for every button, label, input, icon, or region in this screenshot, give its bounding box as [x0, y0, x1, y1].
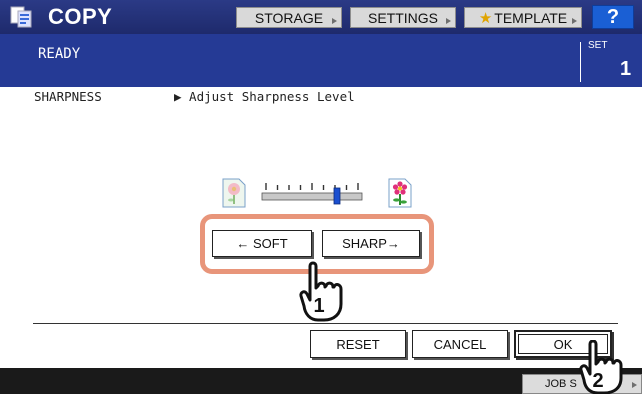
set-divider [580, 42, 581, 82]
slider-level-marker [333, 187, 341, 205]
reset-button[interactable]: RESET [310, 330, 406, 358]
sharp-button[interactable]: SHARP→ [322, 230, 420, 257]
callout-step-1: 1 [313, 295, 324, 317]
slider-tick [311, 183, 313, 190]
job-status-label: JOB S [545, 378, 577, 390]
status-message: READY [38, 46, 81, 62]
cancel-button[interactable]: CANCEL [412, 330, 508, 358]
arrow-right-icon [632, 382, 637, 388]
template-button[interactable]: ★ TEMPLATE [464, 7, 582, 28]
function-name: SHARPNESS [34, 89, 102, 104]
slider-tick [345, 185, 348, 190]
star-icon: ★ [478, 9, 493, 27]
storage-button-label: STORAGE [254, 9, 324, 26]
status-bar [0, 34, 642, 87]
soft-button[interactable]: ← SOFT [212, 230, 312, 257]
copy-icon [10, 6, 32, 28]
slider-tick [299, 185, 302, 190]
arrow-right-icon [572, 18, 577, 24]
help-button-label: ? [606, 5, 620, 28]
set-count: 1 [620, 58, 632, 80]
set-label: SET [588, 40, 608, 51]
sharpness-slider[interactable] [260, 176, 364, 206]
app-title: COPY [48, 4, 113, 29]
template-button-label: TEMPLATE [494, 9, 568, 26]
slider-tick [357, 183, 359, 190]
slider-tick [276, 185, 279, 190]
soft-flower-icon [222, 178, 246, 208]
settings-button[interactable]: SETTINGS [350, 7, 456, 28]
arrow-right-icon [332, 18, 337, 24]
slider-tick [265, 183, 267, 190]
slider-tick [288, 185, 290, 190]
storage-button[interactable]: STORAGE [236, 7, 342, 28]
settings-button-label: SETTINGS [367, 9, 438, 26]
slider-tick [322, 185, 325, 190]
divider [33, 323, 618, 324]
sharp-flower-icon [388, 178, 412, 208]
hand-pointer-icon: 1 [299, 261, 343, 322]
callout-step-2: 2 [592, 370, 603, 392]
hand-pointer-icon: 2 [579, 340, 623, 394]
arrow-right-icon [446, 18, 451, 24]
help-button[interactable]: ? [592, 5, 634, 29]
function-description: ▶ Adjust Sharpness Level [174, 89, 355, 104]
